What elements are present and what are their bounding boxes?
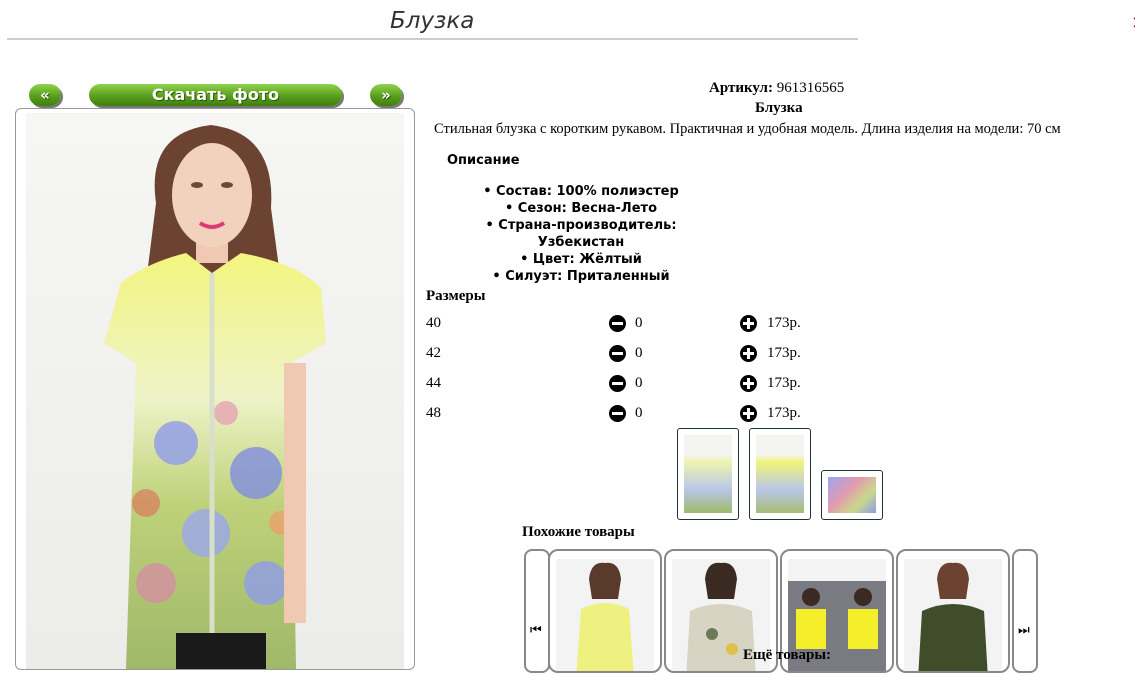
attribute-composition: • Состав: 100% полиэстер (483, 184, 679, 199)
similar-product-card[interactable] (896, 549, 1010, 673)
minus-icon[interactable] (609, 375, 626, 392)
carousel-next-button[interactable]: ⏭ (1012, 549, 1038, 673)
attribute-silhouette: • Силуэт: Приталенный (492, 269, 670, 284)
similar-product-image (556, 559, 654, 671)
thumbnail-image (756, 435, 804, 513)
main-product-photo[interactable] (26, 113, 404, 669)
model-illustration (104, 125, 326, 669)
price-value: 173р. (767, 405, 801, 421)
title-divider (7, 38, 858, 40)
size-value: 44 (426, 375, 441, 391)
size-value: 40 (426, 315, 441, 331)
article: Артикул: 961316565 (709, 80, 844, 97)
product-description: Стильная блузка с коротким рукавом. Прак… (434, 121, 1061, 137)
attribute-season: • Сезон: Весна-Лето (504, 201, 658, 216)
similar-heading: Похожие товары (522, 524, 635, 540)
attribute-color: • Цвет: Жёлтый (520, 252, 642, 267)
product-name: Блузка (755, 100, 803, 116)
size-row: 44 0 173р. (426, 375, 846, 405)
thumbnail-image (828, 477, 876, 513)
sizes-heading: Размеры (426, 288, 486, 304)
photo-thumbnail[interactable] (749, 428, 811, 520)
plus-icon[interactable] (740, 345, 757, 362)
product-photo-yellow-top (576, 562, 634, 671)
size-value: 48 (426, 405, 441, 421)
quantity-value: 0 (635, 405, 643, 421)
size-row: 40 0 173р. (426, 315, 846, 345)
photo-thumbnail[interactable] (821, 470, 883, 520)
quantity-value: 0 (635, 345, 643, 361)
price-value: 173р. (767, 345, 801, 361)
similar-product-image (904, 559, 1002, 671)
product-photo-dotted-top (918, 562, 988, 671)
attribute-country: • Страна-производитель: Узбекистан (485, 218, 677, 250)
price-value: 173р. (767, 375, 801, 391)
size-row: 42 0 173р. (426, 345, 846, 375)
download-photo-button[interactable]: Скачать фото (89, 84, 342, 106)
minus-icon[interactable] (609, 405, 626, 422)
photo-thumbnail[interactable] (677, 428, 739, 520)
description-heading: Описание (447, 153, 520, 168)
attributes-list: • Состав: 100% полиэстер • Сезон: Весна-… (446, 183, 716, 285)
close-icon[interactable]: × (1131, 14, 1135, 32)
quantity-value: 0 (635, 315, 643, 331)
size-value: 42 (426, 345, 441, 361)
price-value: 173р. (767, 315, 801, 331)
minus-icon[interactable] (609, 315, 626, 332)
plus-icon[interactable] (740, 315, 757, 332)
skip-back-icon: ⏮ (530, 623, 542, 638)
carousel-prev-button[interactable]: ⏮ (524, 549, 550, 673)
plus-icon[interactable] (740, 375, 757, 392)
similar-product-card[interactable] (548, 549, 662, 673)
quantity-value: 0 (635, 375, 643, 391)
plus-icon[interactable] (740, 405, 757, 422)
article-label: Артикул: (709, 80, 773, 96)
minus-icon[interactable] (609, 345, 626, 362)
page-title: Блузка (390, 8, 475, 34)
next-photo-button[interactable]: » (370, 84, 402, 106)
main-photo-frame (15, 108, 415, 670)
thumbnail-image (684, 435, 732, 513)
skip-forward-icon: ⏭ (1018, 623, 1030, 638)
article-value: 961316565 (776, 80, 845, 96)
more-products-heading: Ещё товары: (743, 647, 832, 663)
prev-photo-button[interactable]: « (29, 84, 61, 106)
